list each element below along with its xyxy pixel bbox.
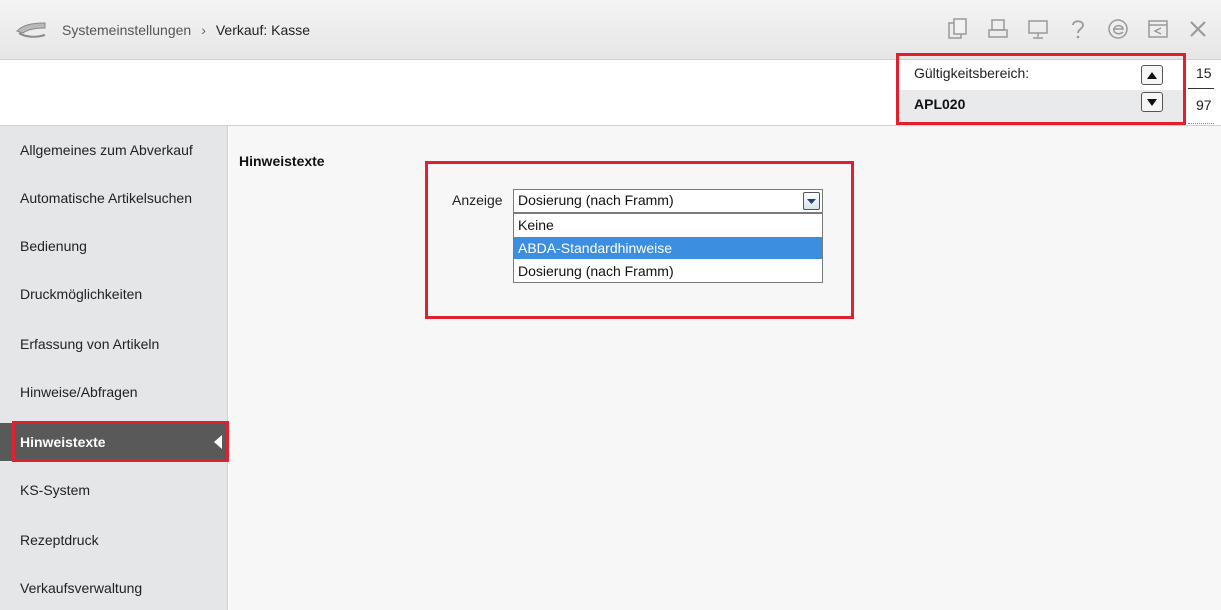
- monitor-icon[interactable]: [1025, 14, 1051, 44]
- sidebar-item-label: Verkaufsverwaltung: [20, 580, 143, 596]
- print-icon[interactable]: [985, 14, 1011, 44]
- page-dotted-line: [1188, 123, 1214, 124]
- breadcrumb-root[interactable]: Systemeinstellungen: [62, 22, 191, 38]
- window-icon[interactable]: [1145, 14, 1171, 44]
- dropdown-highlight-box: [425, 161, 854, 319]
- sidebar-item-automatische-artikelsuchen[interactable]: Automatische Artikelsuchen: [0, 174, 228, 222]
- sidebar-item-erfassung[interactable]: Erfassung von Artikeln: [0, 320, 228, 368]
- sidebar-item-label: Druckmöglichkeiten: [20, 286, 143, 302]
- scope-page-top: 15: [1196, 65, 1212, 81]
- breadcrumb-separator: ›: [201, 21, 206, 38]
- sidebar-item-label: Erfassung von Artikeln: [20, 336, 160, 352]
- help-icon[interactable]: [1065, 14, 1091, 44]
- sidebar: Allgemeines zum Abverkauf Automatische A…: [0, 126, 228, 610]
- sidebar-item-label: KS-System: [20, 482, 91, 498]
- sidebar-item-ks-system[interactable]: KS-System: [0, 466, 228, 514]
- sidebar-item-label: Allgemeines zum Abverkauf: [20, 142, 193, 158]
- section-title: Hinweistexte: [239, 153, 325, 169]
- sidebar-item-label: Rezeptdruck: [20, 532, 99, 548]
- sidebar-item-verkaufsverwaltung[interactable]: Verkaufsverwaltung: [0, 564, 228, 610]
- toolbar-icons: [945, 14, 1211, 44]
- breadcrumb-current: Verkauf: Kasse: [215, 21, 311, 38]
- page-divider: [1188, 88, 1214, 89]
- active-item-highlight-box: [12, 421, 229, 462]
- back-button[interactable]: [8, 0, 54, 60]
- close-icon[interactable]: [1185, 14, 1211, 44]
- sidebar-item-rezeptdruck[interactable]: Rezeptdruck: [0, 516, 228, 564]
- sidebar-item-label: Bedienung: [20, 238, 87, 254]
- back-arrow-icon: [16, 21, 46, 38]
- sidebar-item-allgemeines[interactable]: Allgemeines zum Abverkauf: [0, 126, 228, 174]
- sidebar-item-druckmoeglichkeiten[interactable]: Druckmöglichkeiten: [0, 270, 228, 318]
- edge-icon[interactable]: [1105, 14, 1131, 44]
- sidebar-item-bedienung[interactable]: Bedienung: [0, 222, 228, 270]
- sidebar-item-label: Automatische Artikelsuchen: [20, 190, 192, 206]
- sidebar-item-hinweise-abfragen[interactable]: Hinweise/Abfragen: [0, 368, 228, 416]
- title-bar: Systemeinstellungen › Verkauf: Kasse: [0, 0, 1221, 60]
- scope-highlight-box: [896, 53, 1186, 125]
- sidebar-item-label: Hinweise/Abfragen: [20, 384, 138, 400]
- scope-page-bottom: 97: [1196, 97, 1212, 113]
- copy-icon[interactable]: [945, 14, 971, 44]
